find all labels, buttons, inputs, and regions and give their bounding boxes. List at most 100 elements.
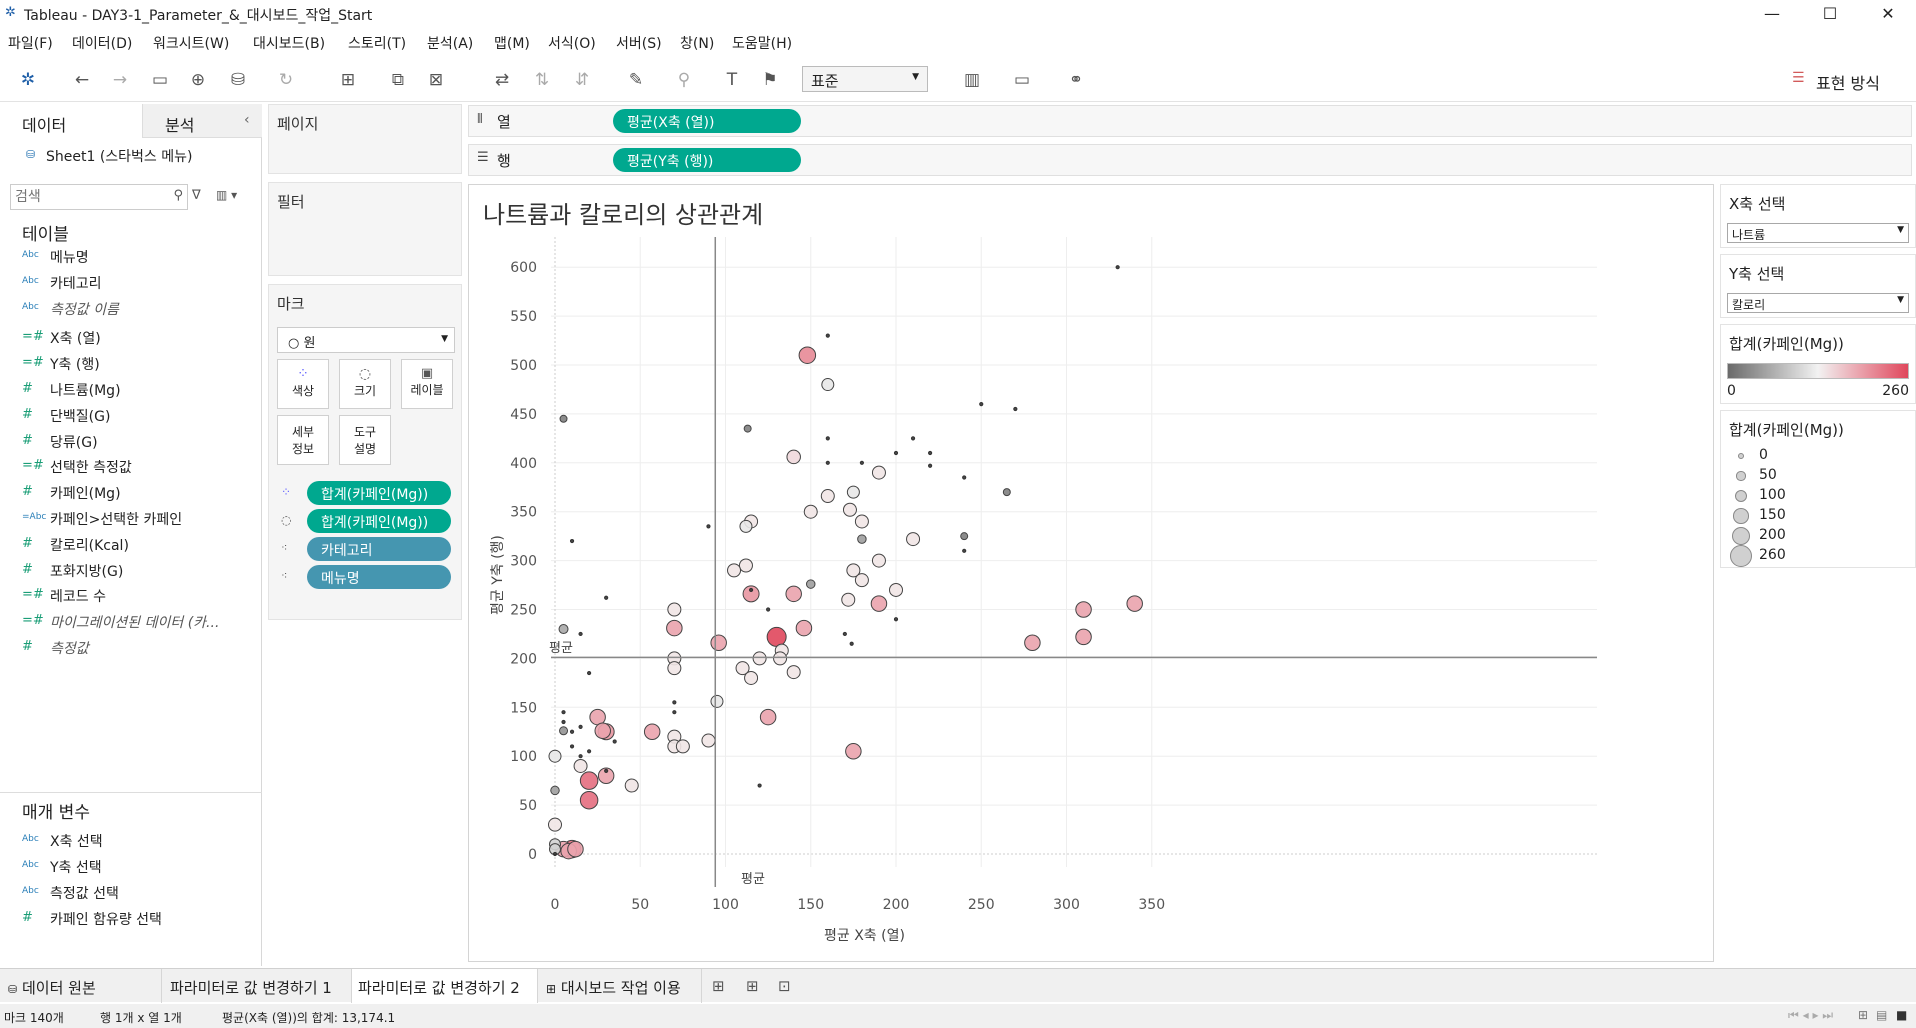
- field-item[interactable]: # 단백질(G): [0, 403, 262, 429]
- columns-pill[interactable]: 평균(X축 (열)): [613, 109, 801, 133]
- new-story-icon[interactable]: ⊡: [778, 977, 791, 995]
- menu-help[interactable]: 도움말(H): [732, 33, 792, 53]
- scatter-point[interactable]: [1002, 488, 1011, 497]
- scatter-point[interactable]: [1024, 634, 1041, 652]
- menu-map[interactable]: 맵(M): [494, 33, 530, 53]
- tableau-home-icon[interactable]: ✲: [16, 68, 40, 92]
- filter-icon[interactable]: ∇: [192, 188, 201, 203]
- scatter-point[interactable]: [667, 602, 682, 617]
- scatter-point[interactable]: [871, 553, 886, 568]
- y-param-dropdown[interactable]: 칼로리 ▼: [1727, 293, 1909, 313]
- scatter-point[interactable]: [727, 563, 742, 578]
- scatter-point[interactable]: [589, 708, 606, 726]
- x-axis-title[interactable]: 평균 X축 (열): [824, 925, 905, 945]
- scatter-point[interactable]: [548, 817, 562, 832]
- mark-pill-menu[interactable]: 메뉴명: [307, 565, 451, 589]
- search-box[interactable]: ⚲: [10, 184, 188, 210]
- scatter-point[interactable]: [825, 333, 830, 338]
- field-item[interactable]: # 측정값: [0, 635, 262, 661]
- size-legend-item[interactable]: 260: [1730, 545, 1901, 567]
- scatter-point[interactable]: [960, 532, 969, 541]
- scatter-point[interactable]: [854, 514, 869, 529]
- field-item[interactable]: # 나트륨(Mg): [0, 377, 262, 403]
- tab-sheet-2[interactable]: 파라미터로 값 변경하기 2: [352, 969, 538, 1003]
- maximize-button[interactable]: ☐: [1810, 2, 1850, 26]
- scatter-point[interactable]: [604, 768, 609, 773]
- scatter-point[interactable]: [706, 524, 711, 529]
- scatter-point[interactable]: [643, 723, 661, 740]
- scatter-point[interactable]: [795, 619, 813, 637]
- menu-story[interactable]: 스토리(T): [348, 33, 406, 53]
- scatter-point[interactable]: [759, 708, 777, 726]
- scatter-point[interactable]: [1126, 595, 1143, 612]
- scatter-point[interactable]: [893, 450, 899, 456]
- field-item[interactable]: =# 선택한 측정값: [0, 454, 262, 480]
- group-icon[interactable]: ⚲: [672, 68, 696, 92]
- scatter-point[interactable]: [845, 743, 862, 760]
- new-worksheet-icon[interactable]: ⊞: [712, 977, 725, 995]
- scatter-point[interactable]: [559, 414, 568, 423]
- field-item[interactable]: Abc 메뉴명: [0, 244, 262, 270]
- mark-pill-category[interactable]: 카테고리: [307, 537, 451, 561]
- new-datasource-icon[interactable]: ⊕: [186, 68, 210, 92]
- scatter-point[interactable]: [738, 558, 753, 573]
- size-button[interactable]: ◌ 크기: [339, 359, 391, 409]
- scatter-point[interactable]: [578, 631, 583, 637]
- scatter-point[interactable]: [871, 465, 886, 480]
- scatter-point[interactable]: [1075, 628, 1092, 646]
- field-item[interactable]: =# 레코드 수: [0, 583, 262, 609]
- scatter-point[interactable]: [739, 519, 753, 533]
- y-axis-title[interactable]: 평균 Y축 (행): [487, 535, 507, 615]
- new-worksheet-icon[interactable]: ⊞: [336, 68, 360, 92]
- scatter-point[interactable]: [569, 538, 575, 544]
- scatter-point[interactable]: [667, 661, 682, 676]
- scatter-point[interactable]: [766, 626, 787, 647]
- scatter-point[interactable]: [579, 790, 599, 810]
- rows-shelf[interactable]: ☰ 행 평균(Y축 (행)): [468, 144, 1912, 176]
- scatter-point[interactable]: [806, 579, 816, 589]
- scatter-point[interactable]: [798, 346, 817, 364]
- clear-sheet-icon[interactable]: ⊠: [424, 68, 448, 92]
- scatter-point[interactable]: [1115, 265, 1120, 270]
- scatter-point[interactable]: [825, 436, 830, 441]
- scatter-point[interactable]: [849, 641, 854, 646]
- show-me-button[interactable]: 표현 방식: [1816, 70, 1880, 94]
- size-legend-item[interactable]: 200: [1731, 526, 1901, 547]
- field-item[interactable]: # 칼로리(Kcal): [0, 532, 262, 558]
- scatter-point[interactable]: [710, 694, 724, 708]
- scatter-point[interactable]: [612, 739, 617, 744]
- scatter-point[interactable]: [587, 670, 592, 676]
- scatter-point[interactable]: [567, 840, 584, 858]
- field-item[interactable]: # 당류(G): [0, 429, 262, 455]
- tab-dashboard[interactable]: ⊞ 대시보드 작업 이용: [538, 969, 702, 1003]
- menu-file[interactable]: 파일(F): [8, 33, 53, 53]
- scatter-point[interactable]: [821, 378, 835, 392]
- scatter-point[interactable]: [857, 534, 867, 544]
- sheet-nav-icon[interactable]: ⏮ ◂ ▸ ⏭: [1788, 1008, 1833, 1023]
- field-item[interactable]: Abc 측정값 이름: [0, 296, 262, 322]
- size-legend-item[interactable]: 150: [1731, 507, 1901, 527]
- detail-button[interactable]: 세부 정보: [277, 415, 329, 465]
- scatter-point[interactable]: [552, 851, 558, 857]
- parameter-item[interactable]: Abc X축 선택: [0, 828, 262, 854]
- scatter-point[interactable]: [893, 617, 899, 622]
- mark-pill-color[interactable]: 합계(카페인(Mg)): [307, 481, 451, 505]
- scatter-point[interactable]: [672, 710, 677, 715]
- scatter-point[interactable]: [889, 582, 903, 597]
- scatter-point[interactable]: [846, 485, 860, 499]
- field-item[interactable]: Abc 카테고리: [0, 270, 262, 296]
- sheet-sorter-icon[interactable]: ⊞: [1858, 1008, 1868, 1022]
- scatter-point[interactable]: [587, 749, 592, 754]
- scatter-point[interactable]: [870, 595, 888, 612]
- scatter-point[interactable]: [710, 634, 727, 652]
- scatter-point[interactable]: [859, 460, 864, 465]
- field-item[interactable]: # 카페인(Mg): [0, 480, 262, 506]
- scatter-point[interactable]: [1013, 406, 1018, 412]
- pages-shelf[interactable]: 페이지: [268, 104, 462, 174]
- field-item[interactable]: =# Y축 (행): [0, 351, 262, 377]
- color-button[interactable]: ⁘ 색상: [277, 359, 329, 409]
- menu-analysis[interactable]: 분석(A): [427, 33, 473, 53]
- scatter-point[interactable]: [820, 489, 835, 504]
- menu-window[interactable]: 창(N): [680, 33, 714, 53]
- scatter-point[interactable]: [757, 783, 762, 788]
